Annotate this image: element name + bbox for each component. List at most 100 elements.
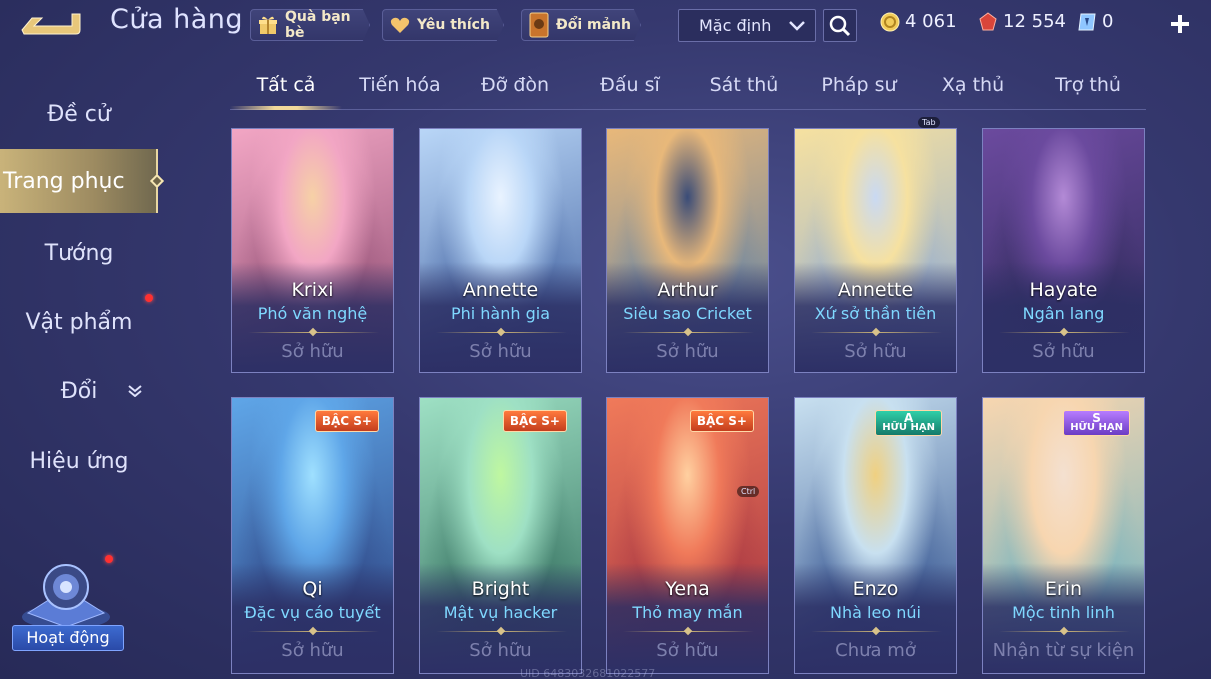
back-button[interactable] — [20, 8, 84, 40]
skin-card[interactable]: Qi Đặc vụ cáo tuyết Sở hữu BẬC S+ — [231, 397, 394, 674]
favorites-label: Yêu thích — [417, 17, 490, 33]
skin-card[interactable]: Bright Mật vụ hacker Sở hữu BẬC S+ — [419, 397, 582, 674]
ownership-status: Sở hữu — [469, 640, 532, 661]
sidebar-item-items[interactable]: Vật phẩm — [0, 290, 158, 354]
sidebar-item-exchange[interactable]: Đổi — [0, 359, 158, 423]
tier-badge-subtext: HỮU HẠN — [1070, 422, 1123, 433]
skin-name: Nhà leo núi — [830, 603, 921, 622]
hero-name: Annette — [462, 279, 539, 301]
ownership-status: Nhận từ sự kiện — [992, 640, 1135, 661]
page-title: Cửa hàng — [110, 4, 244, 35]
sidebar-item-label: Trang phục — [3, 168, 125, 194]
card-divider — [811, 332, 942, 333]
activity-button[interactable]: Hoạt động — [8, 555, 124, 655]
voucher-balance: 12 554 — [978, 11, 1066, 32]
sidebar-item-effects[interactable]: Hiệu ứng — [0, 429, 158, 493]
skin-name: Ngân lang — [1022, 304, 1105, 323]
tier-badge-subtext: HỮU HẠN — [882, 422, 935, 433]
ownership-status: Sở hữu — [1032, 341, 1095, 362]
skin-card[interactable]: Enzo Nhà leo núi Chưa mở A HỮU HẠN — [794, 397, 957, 674]
card-divider — [811, 631, 942, 632]
activity-emblem-icon — [22, 564, 110, 629]
tab-evolution[interactable]: Tiến hóa — [345, 74, 455, 96]
gold-balance: 4 061 — [880, 11, 957, 32]
uid-text: UID 6483032681022577 — [520, 667, 656, 679]
tier-badge: S HỮU HẠN — [1063, 410, 1130, 436]
shard-exchange-label: Đổi mảnh — [556, 17, 631, 33]
hero-name: Krixi — [291, 279, 334, 301]
heart-icon — [389, 14, 411, 36]
skin-name: Siêu sao Cricket — [623, 304, 752, 323]
sidebar-item-recommended[interactable]: Đề cử — [0, 82, 158, 146]
category-tabs: Tất cả Tiến hóa Đỡ đòn Đấu sĩ Sát thủ Ph… — [230, 68, 1146, 110]
card-divider — [436, 332, 567, 333]
chevron-down-icon — [789, 20, 805, 31]
sidebar-item-heroes[interactable]: Tướng — [0, 221, 158, 285]
card-divider — [436, 631, 567, 632]
sidebar-item-skins[interactable]: Trang phục — [0, 149, 165, 213]
tab-marksman[interactable]: Xạ thủ — [918, 74, 1028, 96]
hero-name: Bright — [471, 578, 530, 600]
card-divider — [248, 631, 379, 632]
ticket-value: 0 — [1102, 11, 1114, 32]
sidebar-item-label: Đổi — [60, 378, 98, 404]
ownership-status: Sở hữu — [656, 640, 719, 661]
ownership-status: Sở hữu — [469, 341, 532, 362]
gold-value: 4 061 — [905, 11, 957, 32]
hero-name: Annette — [837, 279, 914, 301]
tab-fighter[interactable]: Đấu sĩ — [575, 74, 685, 96]
red-gem-icon — [979, 11, 997, 30]
skin-card[interactable]: Annette Phi hành gia Sở hữu — [419, 128, 582, 373]
chevron-down-icon — [128, 385, 142, 397]
skin-name: Xứ sở thần tiên — [814, 304, 937, 323]
add-currency-button[interactable] — [1166, 10, 1194, 38]
hero-name: Qi — [302, 578, 323, 600]
skin-card[interactable]: Annette Xứ sở thần tiên Sở hữu — [794, 128, 957, 373]
card-divider — [999, 631, 1130, 632]
card-divider — [623, 332, 754, 333]
hero-name: Arthur — [657, 279, 718, 301]
skin-name: Phó văn nghệ — [257, 304, 368, 323]
voucher-value: 12 554 — [1003, 11, 1066, 32]
skin-card[interactable]: Hayate Ngân lang Sở hữu — [982, 128, 1145, 373]
tier-badge: BẬC S+ — [314, 410, 379, 432]
sort-value: Mặc định — [699, 16, 772, 35]
gold-coin-icon — [880, 12, 900, 31]
skin-name: Mật vụ hacker — [443, 603, 558, 622]
tier-badge-text: BẬC S+ — [509, 414, 560, 428]
skin-card[interactable]: Erin Mộc tinh linh Nhận từ sự kiện S HỮU HẠN — [982, 397, 1145, 674]
skin-card[interactable]: Krixi Phó văn nghệ Sở hữu — [231, 128, 394, 373]
skin-card[interactable]: Yena Thỏ may mắn Sở hữu BẬC S+ Ctrl — [606, 397, 769, 674]
back-arrow-icon — [21, 13, 81, 35]
shard-exchange-button[interactable]: Đổi mảnh — [521, 9, 641, 41]
hero-name: Erin — [1044, 578, 1083, 600]
tab-mage[interactable]: Pháp sư — [804, 74, 914, 96]
search-button[interactable] — [823, 9, 857, 42]
tier-badge: BẬC S+ — [502, 410, 567, 432]
tab-support[interactable]: Trợ thủ — [1033, 74, 1143, 96]
card-divider — [999, 332, 1130, 333]
sidebar-item-label: Đề cử — [47, 101, 111, 127]
tier-badge-text: BẬC S+ — [321, 414, 372, 428]
friend-gift-button[interactable]: Quà bạn bè — [250, 9, 370, 41]
tier-badge: BẬC S+ — [689, 410, 754, 432]
tab-tank[interactable]: Đỡ đòn — [460, 74, 570, 96]
hero-name: Enzo — [852, 578, 899, 600]
hero-name: Yena — [665, 578, 710, 600]
ownership-status: Chưa mở — [835, 640, 916, 661]
skin-name: Thỏ may mắn — [632, 603, 743, 622]
ownership-status: Sở hữu — [656, 341, 719, 362]
tier-badge: A HỮU HẠN — [875, 410, 942, 436]
favorites-button[interactable]: Yêu thích — [382, 9, 504, 41]
search-icon — [829, 15, 851, 36]
tab-hint-label: Tab — [918, 117, 940, 128]
ctrl-hint-label: Ctrl — [737, 486, 760, 497]
tab-all[interactable]: Tất cả — [231, 74, 341, 96]
sidebar-item-label: Vật phẩm — [25, 309, 133, 335]
tab-assassin[interactable]: Sát thủ — [689, 74, 799, 96]
skin-name: Đặc vụ cáo tuyết — [244, 603, 381, 622]
sidebar: Đề cử Trang phục Tướng Vật phẩm Đổi Hiệu… — [0, 80, 165, 600]
ownership-status: Sở hữu — [281, 640, 344, 661]
sort-dropdown[interactable]: Mặc định — [678, 9, 816, 42]
skin-card[interactable]: Arthur Siêu sao Cricket Sở hữu — [606, 128, 769, 373]
